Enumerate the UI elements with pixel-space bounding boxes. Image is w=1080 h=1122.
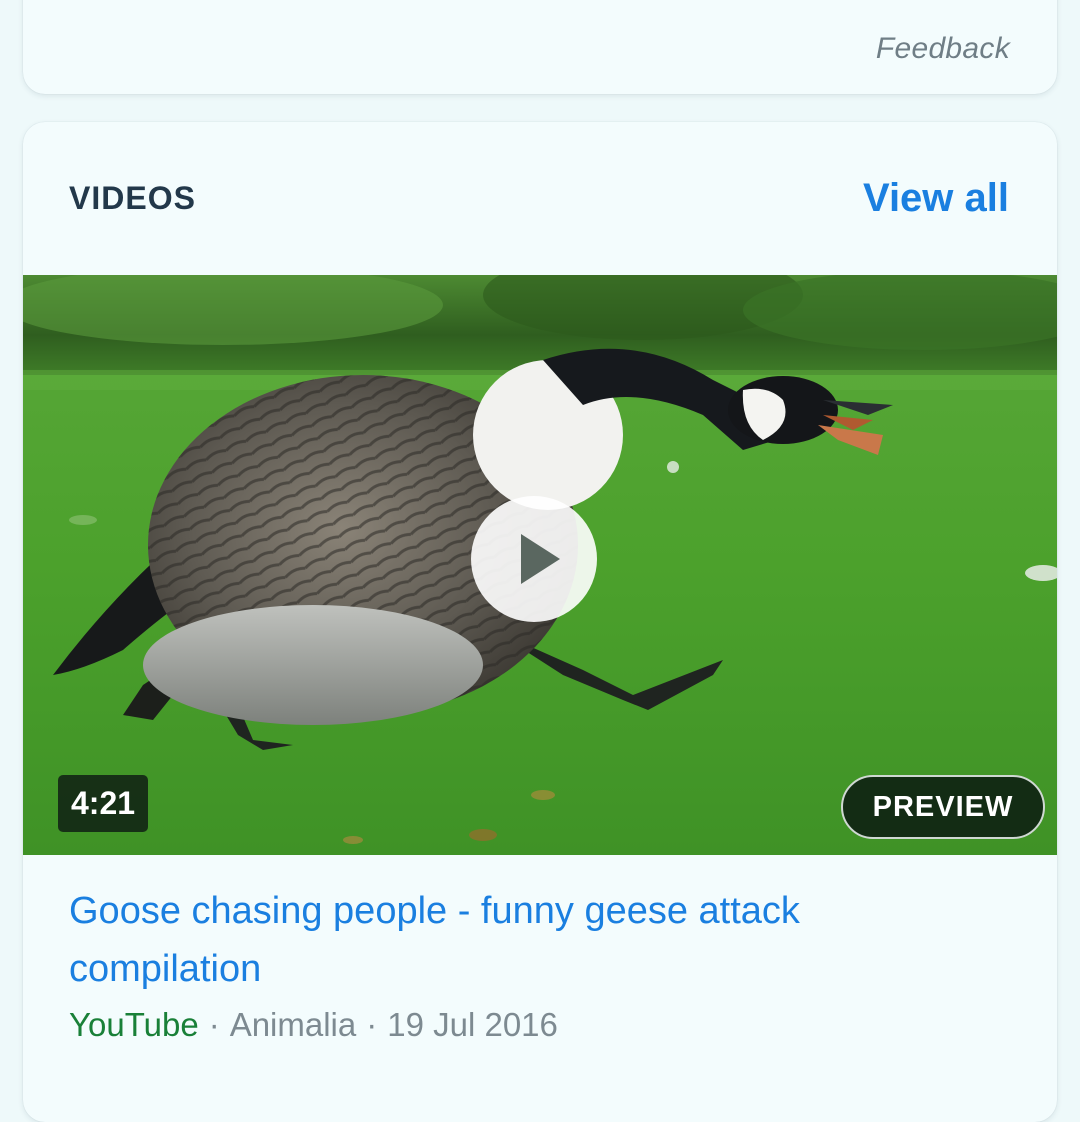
video-source: YouTube [69, 1006, 199, 1043]
video-channel: Animalia [229, 1006, 357, 1043]
feedback-link[interactable]: Feedback [876, 32, 1010, 66]
meta-separator: · [208, 1006, 220, 1043]
view-all-link[interactable]: View all [863, 176, 1009, 221]
play-button[interactable] [471, 496, 597, 622]
meta-separator: · [366, 1006, 378, 1043]
preview-button[interactable]: PREVIEW [841, 775, 1045, 839]
video-thumbnail[interactable]: 4:21 PREVIEW [23, 275, 1057, 855]
play-icon [521, 534, 560, 584]
videos-card: VIDEOS View all 4:21 PREVIEW Goose chasi… [23, 122, 1057, 1122]
video-title-link[interactable]: Goose chasing people - funny geese attac… [69, 882, 969, 998]
video-duration-badge: 4:21 [58, 775, 149, 832]
videos-section-title: VIDEOS [69, 180, 196, 216]
video-date: 19 Jul 2016 [387, 1006, 558, 1043]
video-meta: YouTube · Animalia · 19 Jul 2016 [69, 1006, 558, 1044]
feedback-card: Feedback [23, 0, 1057, 94]
